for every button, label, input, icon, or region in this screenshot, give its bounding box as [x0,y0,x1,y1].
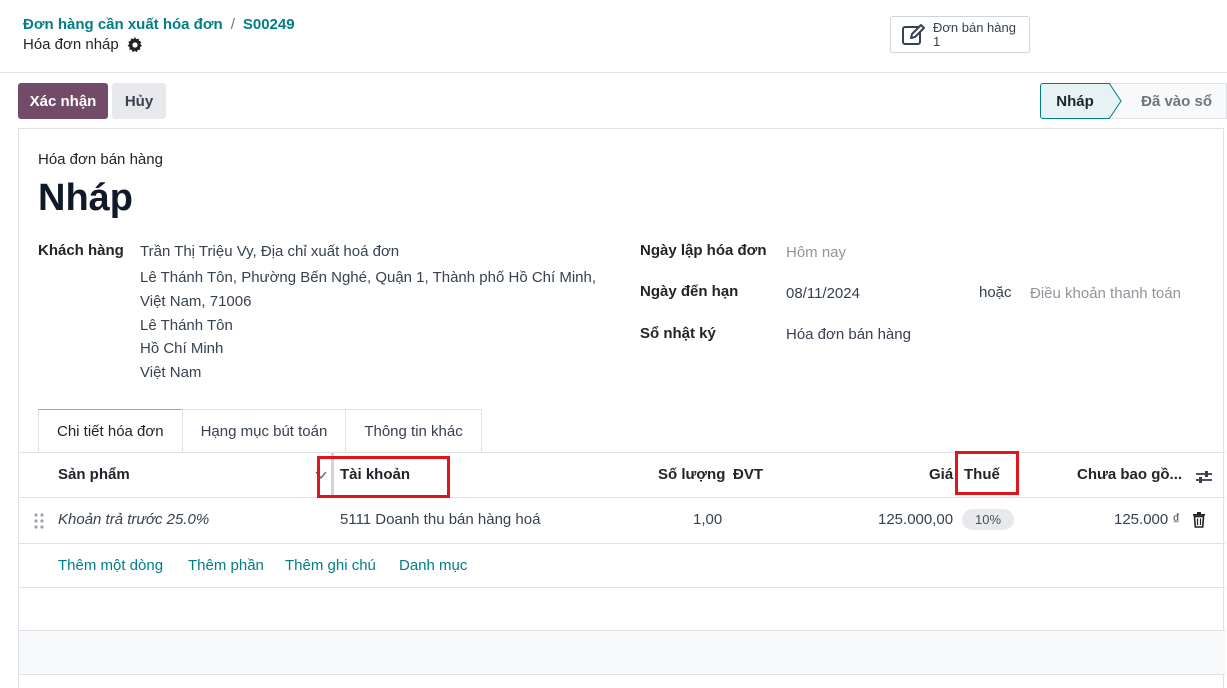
record-subtitle-text: Hóa đơn nháp [23,36,119,53]
cell-product[interactable]: Khoản trả trước 25.0% [58,511,209,528]
smart-button-count: 1 [933,33,941,49]
trash-icon[interactable] [1192,512,1206,528]
cell-price[interactable]: 125.000,00 [878,511,953,528]
customer-name-field[interactable]: Trần Thị Triệu Vy, Địa chỉ xuất hoá đơn [140,243,399,260]
invoice-date-label: Ngày lập hóa đơn [640,242,767,259]
status-bar: Nháp Đã vào sổ [1040,83,1227,119]
empty-row [19,631,1225,674]
address-line: Lê Thánh Tôn [140,316,233,334]
breadcrumb-parent-link[interactable]: Đơn hàng cần xuất hóa đơn [23,16,223,33]
cell-quantity[interactable]: 1,00 [693,511,722,528]
edit-icon [901,22,927,48]
sale-order-smart-button[interactable]: Đơn bán hàng 1 [890,16,1030,53]
add-section-link[interactable]: Thêm phần [188,557,264,574]
payment-terms-field[interactable]: Điều khoản thanh toán [1030,285,1181,302]
highlight-tax-column [955,451,1019,495]
due-date-field[interactable]: 08/11/2024 [786,285,860,302]
address-line: Việt Nam, 71006 [140,292,252,310]
address-line: Lê Thánh Tôn, Phường Bến Nghé, Quận 1, T… [140,269,597,286]
column-header-subtotal[interactable]: Chưa bao gồ... [1077,466,1182,483]
confirm-button[interactable]: Xác nhận [18,83,108,119]
tab-other-info[interactable]: Thông tin khác [345,409,482,452]
customer-label: Khách hàng [38,242,124,259]
gear-icon[interactable] [127,36,143,53]
breadcrumb: Đơn hàng cần xuất hóa đơn / S00249 [23,16,295,33]
tab-divider [19,452,1225,453]
status-arrow-icon [1109,83,1122,119]
status-draft[interactable]: Nháp [1040,83,1110,119]
column-header-product[interactable]: Sản phẩm [58,466,130,483]
add-links-border [19,587,1225,588]
cancel-button[interactable]: Hủy [112,83,166,119]
journal-field[interactable]: Hóa đơn bán hàng [786,326,911,343]
drag-handle-icon[interactable] [34,513,44,529]
document-name: Nháp [38,177,133,219]
cell-subtotal: 125.000 ₫ [1114,511,1181,528]
notebook-tabs: Chi tiết hóa đơn Hạng mục bút toán Thông… [38,409,482,452]
cell-account[interactable]: 5111 Doanh thu bán hàng hoá [340,511,540,528]
breadcrumb-current-link[interactable]: S00249 [243,16,295,33]
address-line: Hồ Chí Minh [140,340,224,358]
empty-row-border [19,674,1225,675]
optional-columns-icon[interactable] [1195,469,1213,485]
column-header-quantity[interactable]: Số lượng [658,466,725,483]
or-label: hoặc [979,284,1012,301]
catalog-link[interactable]: Danh mục [399,557,467,574]
address-line: Việt Nam [140,364,202,382]
column-header-uom[interactable]: ĐVT [733,466,763,483]
document-type: Hóa đơn bán hàng [38,151,163,168]
smart-button-label: Đơn bán hàng [933,19,1016,35]
form-sheet: Hóa đơn bán hàng Nháp Khách hàng Trần Th… [18,128,1225,688]
add-line-link[interactable]: Thêm một dòng [58,557,163,574]
add-note-link[interactable]: Thêm ghi chú [285,557,376,574]
invoice-date-field[interactable]: Hôm nay [786,244,846,261]
tab-invoice-lines[interactable]: Chi tiết hóa đơn [38,409,183,452]
due-date-label: Ngày đến hạn [640,283,739,300]
column-header-price[interactable]: Giá [929,466,953,483]
table-row-border [19,543,1225,544]
table-header-border [19,497,1225,498]
highlight-account-column [317,456,450,498]
tab-journal-items[interactable]: Hạng mục bút toán [181,409,347,452]
tax-badge[interactable]: 10% [962,509,1014,530]
record-subtitle: Hóa đơn nháp [23,36,143,53]
journal-label: Sổ nhật ký [640,325,716,342]
control-panel: Đơn hàng cần xuất hóa đơn / S00249 Hóa đơn… [0,0,1227,73]
breadcrumb-separator: / [230,16,235,33]
customer-address: Lê Thánh Tôn, Phường Bến Nghé, Quận 1, T… [140,266,596,385]
